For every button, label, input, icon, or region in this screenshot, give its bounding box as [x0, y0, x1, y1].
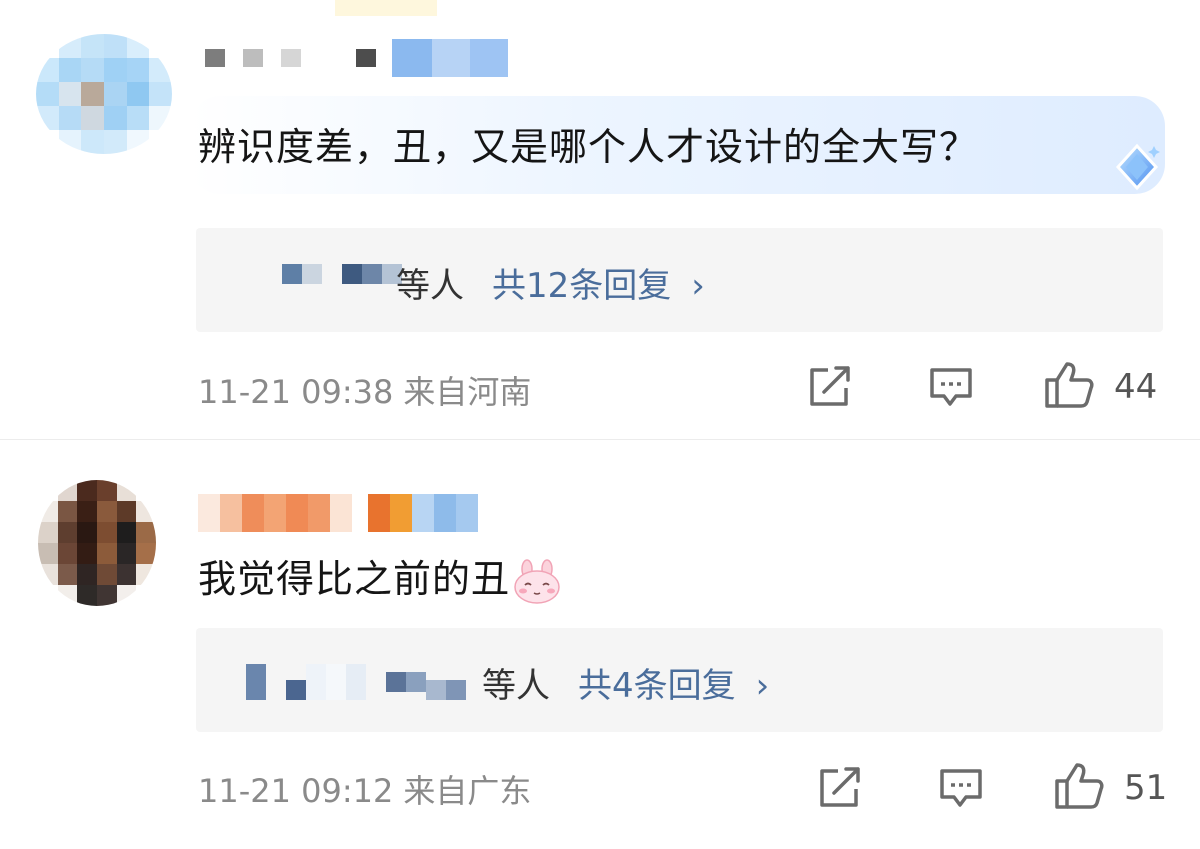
comment-item: 辨识度差，丑，又是哪个人才设计的全大写？ 等人 共12条回复 › 11-21 09:…	[0, 0, 1200, 440]
comment-text: 我觉得比之前的丑	[198, 548, 562, 605]
chevron-right-icon: ›	[755, 666, 770, 706]
comment-location: 来自河南	[403, 373, 532, 411]
avatar[interactable]	[36, 34, 172, 154]
reply-count-link[interactable]: 共4条回复	[578, 666, 736, 706]
comment-item: 我觉得比之前的丑 等人 共4条回复 › 11-21 09:12 来自广东 51	[0, 440, 1200, 849]
like-thumb-icon[interactable]	[1043, 360, 1097, 410]
comment-icon[interactable]	[928, 366, 974, 408]
comment-text: 辨识度差，丑，又是哪个人才设计的全大写？	[198, 125, 979, 169]
like-count: 51	[1124, 768, 1168, 808]
comment-icon[interactable]	[938, 767, 984, 809]
reply-summary-suffix: 等人	[396, 266, 464, 306]
diamond-badge-icon	[1115, 143, 1160, 191]
replier-names-pixelated	[282, 264, 402, 284]
like-count: 44	[1114, 367, 1158, 407]
bunny-blush-emoji	[514, 558, 560, 604]
reply-summary[interactable]: 等人 共4条回复 ›	[196, 628, 1163, 732]
share-icon[interactable]	[816, 765, 864, 811]
comment-date: 11-21 09:12	[198, 772, 394, 810]
chevron-right-icon: ›	[691, 266, 705, 306]
replier-names-pixelated	[246, 664, 466, 700]
comment-meta: 11-21 09:38 来自河南	[198, 367, 531, 413]
comment-date: 11-21 09:38	[198, 373, 394, 411]
comment-meta: 11-21 09:12 来自广东	[198, 766, 531, 812]
comment-location: 来自广东	[403, 772, 532, 810]
username[interactable]	[205, 38, 508, 78]
share-icon[interactable]	[806, 364, 854, 410]
reply-count-link[interactable]: 共12条回复	[492, 266, 671, 306]
reply-summary[interactable]: 等人 共12条回复 ›	[196, 228, 1163, 332]
reply-summary-suffix: 等人	[482, 666, 550, 706]
avatar[interactable]	[38, 480, 156, 606]
like-thumb-icon[interactable]	[1053, 761, 1107, 811]
username[interactable]	[198, 494, 478, 532]
